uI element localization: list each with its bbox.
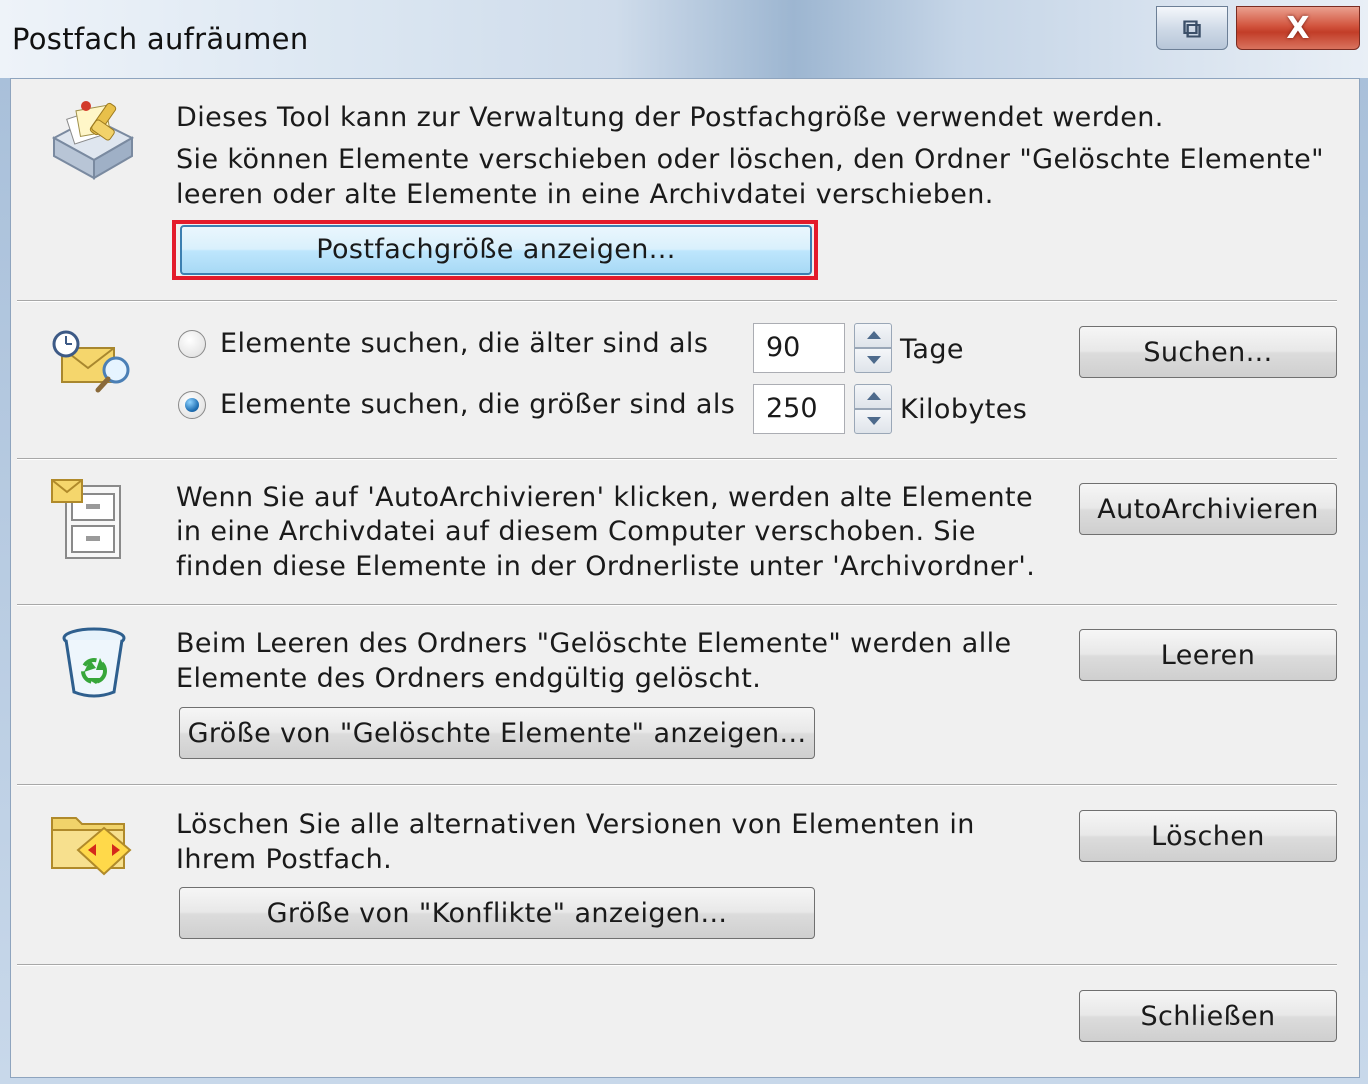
- close-button-label: Schließen: [1140, 1001, 1276, 1032]
- larger-than-radio[interactable]: [178, 391, 206, 419]
- close-button[interactable]: Schließen: [1079, 990, 1337, 1042]
- older-than-up-arrow-icon[interactable]: [854, 323, 892, 348]
- search-button-label: Suchen...: [1143, 337, 1273, 368]
- larger-than-input[interactable]: 250: [753, 384, 845, 434]
- view-deleted-size-button[interactable]: Größe von "Gelöschte Elemente" anzeigen.…: [179, 707, 815, 759]
- larger-than-stepper[interactable]: [854, 384, 892, 434]
- autoarchive-button-label: AutoArchivieren: [1097, 494, 1319, 525]
- larger-than-down-arrow-icon[interactable]: [854, 409, 892, 434]
- close-window-button[interactable]: X: [1236, 6, 1360, 50]
- archive-cabinet-icon: [51, 479, 121, 559]
- empty-button[interactable]: Leeren: [1079, 629, 1337, 681]
- restore-button[interactable]: ⧉: [1156, 6, 1228, 50]
- divider-1: [17, 300, 1337, 302]
- intro-line-2: Sie können Elemente verschieben oder lös…: [176, 144, 1324, 175]
- dialog-window: Postfach aufräumen ⧉ X Dieses Tool kann …: [0, 0, 1368, 1084]
- older-than-down-arrow-icon[interactable]: [854, 348, 892, 373]
- conflicts-folder-icon: [51, 817, 132, 876]
- conflicts-line-1: Löschen Sie alle alternativen Versionen …: [176, 809, 975, 840]
- larger-than-label: Elemente suchen, die größer sind als: [220, 389, 736, 420]
- older-than-radio[interactable]: [178, 330, 206, 358]
- delete-button-label: Löschen: [1151, 821, 1265, 852]
- title-bar[interactable]: Postfach aufräumen ⧉ X: [0, 0, 1368, 78]
- view-conflicts-size-label: Größe von "Konflikte" anzeigen...: [266, 898, 728, 929]
- mailbox-cleanup-icon: [51, 101, 135, 180]
- empty-button-label: Leeren: [1160, 640, 1256, 671]
- close-icon: X: [1286, 11, 1310, 46]
- older-than-unit: Tage: [900, 334, 964, 365]
- deleted-line-2: Elemente des Ordners endgültig gelöscht.: [176, 663, 762, 694]
- recycle-bin-icon: [62, 627, 126, 698]
- intro-line-3: leeren oder alte Elemente in eine Archiv…: [176, 179, 994, 210]
- deleted-line-1: Beim Leeren des Ordners "Gelöschte Eleme…: [176, 628, 1012, 659]
- intro-line-1: Dieses Tool kann zur Verwaltung der Post…: [176, 102, 1164, 133]
- larger-than-up-arrow-icon[interactable]: [854, 384, 892, 409]
- window-title: Postfach aufräumen: [12, 22, 309, 56]
- autoarchive-line-1: Wenn Sie auf 'AutoArchivieren' klicken, …: [176, 482, 1034, 513]
- find-items-icon: [52, 330, 130, 393]
- larger-than-unit: Kilobytes: [900, 394, 1028, 425]
- older-than-label: Elemente suchen, die älter sind als: [220, 328, 709, 359]
- conflicts-line-2: Ihrem Postfach.: [176, 844, 393, 875]
- divider-4: [17, 784, 1337, 786]
- older-than-input[interactable]: 90: [753, 323, 845, 373]
- view-conflicts-size-button[interactable]: Größe von "Konflikte" anzeigen...: [179, 887, 815, 939]
- autoarchive-button[interactable]: AutoArchivieren: [1079, 483, 1337, 535]
- restore-icon: ⧉: [1182, 14, 1202, 44]
- view-deleted-size-label: Größe von "Gelöschte Elemente" anzeigen.…: [187, 718, 807, 749]
- divider-2: [17, 458, 1337, 460]
- divider-3: [17, 604, 1337, 606]
- search-button[interactable]: Suchen...: [1079, 326, 1337, 378]
- delete-button[interactable]: Löschen: [1079, 810, 1337, 862]
- highlight-box: [172, 220, 818, 280]
- older-than-stepper[interactable]: [854, 323, 892, 373]
- divider-5: [17, 964, 1337, 966]
- autoarchive-line-2: in eine Archivdatei auf diesem Computer …: [176, 516, 976, 547]
- autoarchive-line-3: finden diese Elemente in der Ordnerliste…: [176, 551, 1036, 582]
